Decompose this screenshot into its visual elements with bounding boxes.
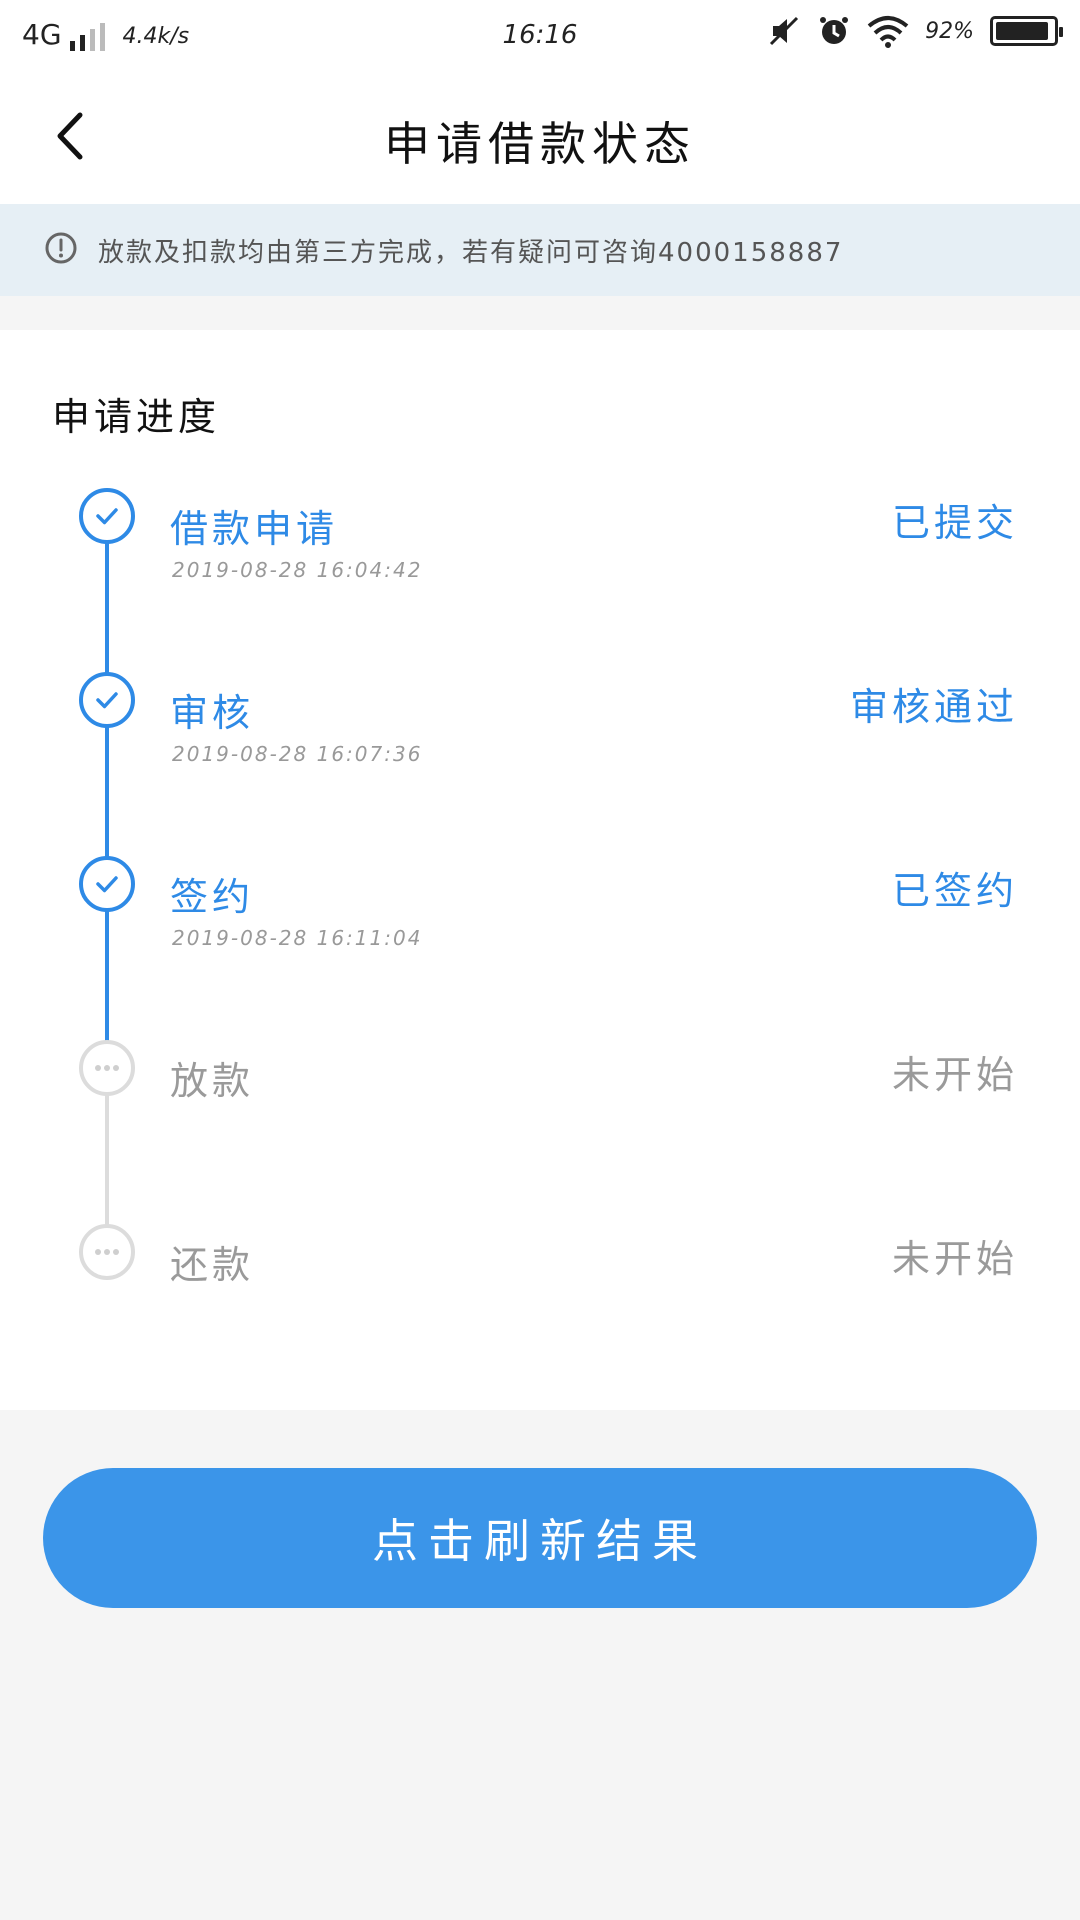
progress-card: 申请进度 借款申请 2019-08-28 16:04:42 已提交 审核 201… <box>0 330 1080 1410</box>
pending-dots-icon <box>79 1040 135 1096</box>
step-status: 未开始 <box>891 1237 1018 1281</box>
step-name: 签约 <box>170 875 255 919</box>
battery-percent: 92% <box>925 18 974 44</box>
progress-step: 借款申请 2019-08-28 16:04:42 已提交 <box>0 488 1080 608</box>
check-circle-icon <box>79 672 135 728</box>
check-circle-icon <box>79 856 135 912</box>
mute-icon <box>767 14 801 48</box>
step-status: 审核通过 <box>849 685 1018 729</box>
nav-bar: 申请借款状态 <box>0 70 1080 204</box>
step-time: 2019-08-28 16:11:04 <box>172 926 423 950</box>
progress-step: 放款 未开始 <box>0 1040 1080 1160</box>
progress-step: 签约 2019-08-28 16:11:04 已签约 <box>0 856 1080 976</box>
battery-icon <box>990 16 1063 46</box>
step-name: 放款 <box>170 1059 255 1103</box>
info-icon <box>44 231 78 269</box>
step-status: 未开始 <box>891 1053 1018 1097</box>
progress-step: 审核 2019-08-28 16:07:36 审核通过 <box>0 672 1080 792</box>
progress-title: 申请进度 <box>52 395 221 439</box>
step-name: 借款申请 <box>170 507 339 551</box>
pending-dots-icon <box>79 1224 135 1280</box>
notice-banner: 放款及扣款均由第三方完成，若有疑问可咨询4000158887 <box>0 204 1080 296</box>
step-status: 已提交 <box>891 501 1018 545</box>
step-name: 审核 <box>170 691 255 735</box>
alarm-icon <box>817 14 851 48</box>
status-right: 92% <box>767 14 1063 48</box>
page-title: 申请借款状态 <box>384 117 696 171</box>
status-bar: 4G 4.4k/s 16:16 92% <box>0 0 1080 70</box>
progress-step: 还款 未开始 <box>0 1224 1080 1344</box>
check-circle-icon <box>79 488 135 544</box>
wifi-icon <box>867 14 909 48</box>
refresh-result-button[interactable]: 点击刷新结果 <box>43 1468 1037 1608</box>
step-name: 还款 <box>170 1243 255 1287</box>
step-status: 已签约 <box>891 869 1018 913</box>
step-time: 2019-08-28 16:07:36 <box>172 742 423 766</box>
notice-text: 放款及扣款均由第三方完成，若有疑问可咨询4000158887 <box>98 237 844 268</box>
timeline-line-done <box>105 540 109 1070</box>
step-time: 2019-08-28 16:04:42 <box>172 558 423 582</box>
